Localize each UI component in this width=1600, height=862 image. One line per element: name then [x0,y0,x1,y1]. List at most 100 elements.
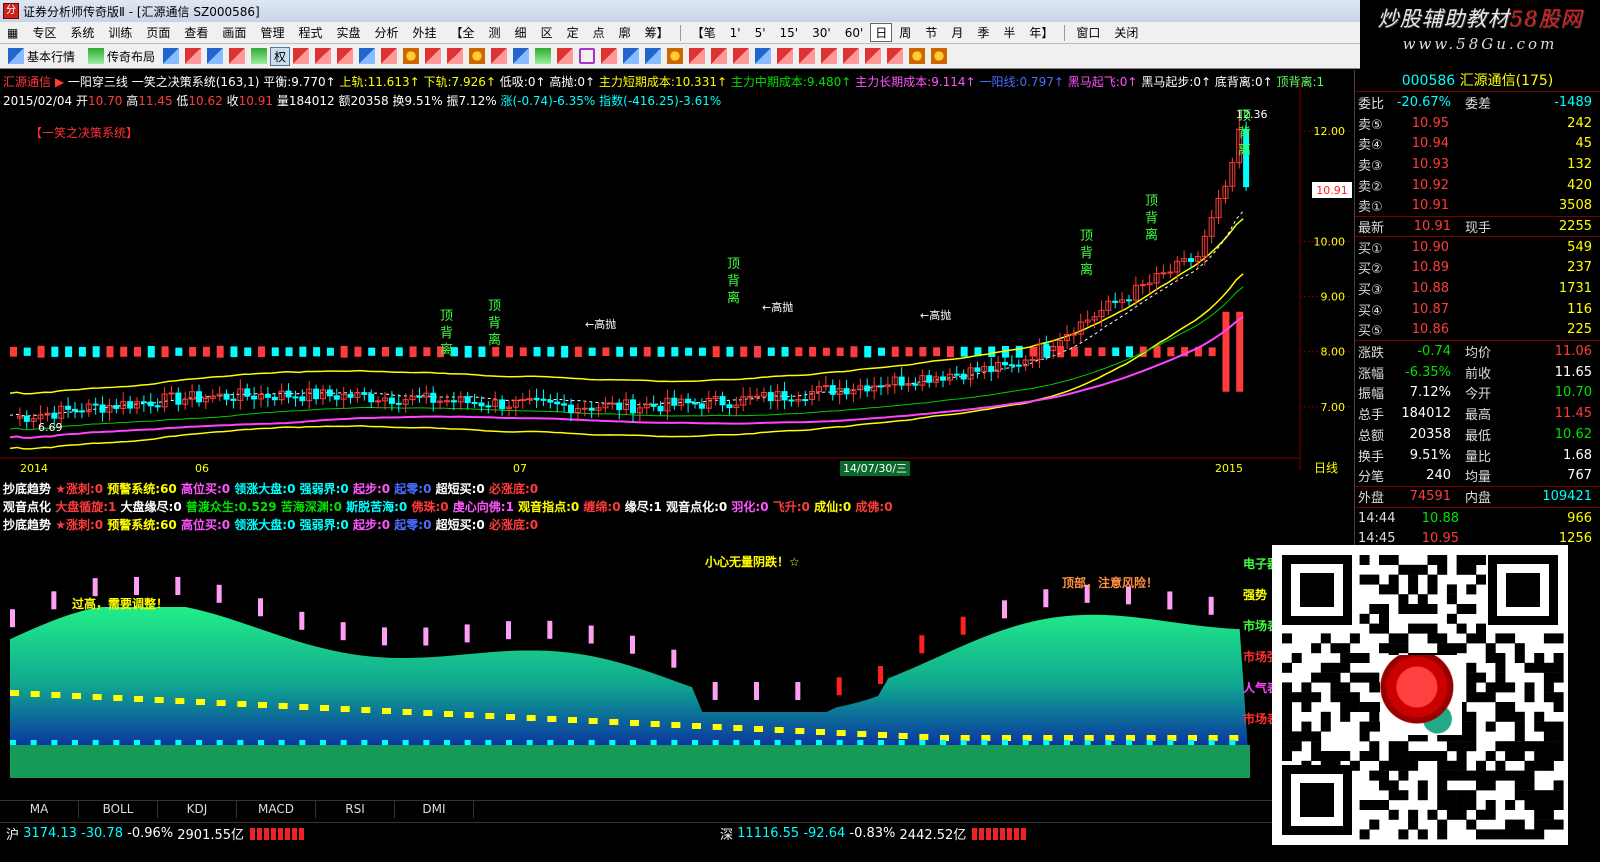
menu-item[interactable]: 系统 [63,24,101,41]
period-item[interactable]: 半 [996,24,1022,41]
period-item[interactable]: 点 [586,24,612,41]
compare-icon[interactable] [557,48,574,64]
menu-item[interactable]: 专区 [25,24,63,41]
trend-icon[interactable] [535,48,552,64]
grid-icon[interactable] [163,48,180,64]
layout-button[interactable]: 传奇布局 [80,48,160,65]
menu-item[interactable]: 程式 [291,24,329,41]
order-row[interactable]: 买③ 10.88 1731 [1355,278,1600,299]
period-item[interactable]: 季 [970,24,996,41]
order-row[interactable]: 卖① 10.91 3508 [1355,195,1600,216]
period-item[interactable]: 60' [838,26,871,40]
qr-module [1388,760,1399,771]
period-item[interactable]: 月 [944,24,970,41]
signal-bar [712,682,718,700]
volume-icon[interactable] [251,48,268,64]
basic-quote-button[interactable]: 基本行情 [0,48,80,65]
parallel-draw-icon[interactable] [821,48,838,64]
gift-icon[interactable] [403,48,420,64]
tab-rsi[interactable]: RSI [316,801,395,818]
period-item[interactable]: 节 [918,24,944,41]
qr-module [1417,780,1428,791]
period-item[interactable]: 测 [482,24,508,41]
period-item[interactable]: 定 [560,24,586,41]
news-icon[interactable] [337,48,354,64]
period-item[interactable]: 15' [773,26,806,40]
menu-item-close[interactable]: 关闭 [1107,24,1145,41]
angle-draw-icon[interactable] [865,48,882,64]
stack-icon[interactable] [185,48,202,64]
indicator-item: 成仙:0 [814,500,856,514]
tool-icon[interactable] [689,48,706,64]
bars-icon[interactable] [229,48,246,64]
home-icon[interactable] [491,48,508,64]
order-row[interactable]: 卖② 10.92 420 [1355,175,1600,196]
period-item[interactable]: 筹】 [638,24,676,41]
panel-icon[interactable] [645,48,662,64]
report-icon[interactable] [359,48,376,64]
tab-ma[interactable]: MA [0,801,79,818]
menu-item[interactable]: 训练 [101,24,139,41]
minus-icon[interactable] [733,48,750,64]
fan-draw-icon[interactable] [843,48,860,64]
fib-draw-icon[interactable] [887,48,904,64]
f10-icon[interactable] [315,48,332,64]
menu-item[interactable]: 实盘 [329,24,367,41]
menu-item[interactable]: 分析 [367,24,405,41]
quan-button[interactable]: 权 [270,46,291,66]
order-row[interactable]: 卖④ 10.94 45 [1355,133,1600,154]
menu-item[interactable]: 管理 [253,24,291,41]
menu-item[interactable]: 画面 [215,24,253,41]
qr-module [1379,555,1389,565]
menu-item[interactable]: 页面 [139,24,177,41]
circle-draw-icon[interactable] [931,48,948,64]
period-item[interactable]: 【笔 [685,24,723,41]
line-draw-icon[interactable] [777,48,794,64]
magnify-icon[interactable] [711,48,728,64]
period-item[interactable]: 5' [748,26,773,40]
tab-kdj[interactable]: KDJ [158,801,237,818]
rect-draw-icon[interactable] [909,48,926,64]
tab-macd[interactable]: MACD [237,801,316,818]
sz-index-segment[interactable]: 深 11116.55 -92.64 -0.83% 2442.52亿 [720,824,1029,843]
zoom-icon[interactable] [579,48,596,64]
alarm-icon[interactable] [469,48,486,64]
order-row[interactable]: 买① 10.90 549 [1355,237,1600,258]
period-item[interactable]: 30' [805,26,838,40]
order-row[interactable]: 卖③ 10.93 132 [1355,154,1600,175]
close-x-icon[interactable] [425,48,442,64]
channel-draw-icon[interactable] [799,48,816,64]
tab-dmi[interactable]: DMI [395,801,474,818]
period-item[interactable]: 1' [723,26,748,40]
period-bracket[interactable]: 【全 [444,24,482,41]
order-row[interactable]: 卖⑤ 10.95 242 [1355,113,1600,134]
menu-item[interactable]: 外挂 [406,24,444,41]
period-item[interactable]: 周 [892,24,918,41]
window-icon[interactable] [601,48,618,64]
menu-item-window[interactable]: 窗口 [1069,24,1107,41]
pointer-icon[interactable] [755,48,772,64]
order-row[interactable]: 买④ 10.87 116 [1355,299,1600,320]
cross-icon[interactable] [623,48,640,64]
sh-index-segment[interactable]: 沪 3174.13 -30.78 -0.96% 2901.55亿 [0,824,720,843]
grid-icon[interactable]: ▦ [0,26,25,40]
indicator-chart[interactable]: 100.00小心无量阴跌！☆顶部，注意风险！过高，需要调整！电子器强势市场表市场… [0,540,1352,798]
calc-icon[interactable] [381,48,398,64]
speaker-icon[interactable] [447,48,464,64]
qr-module [1534,790,1545,801]
menu-item[interactable]: 查看 [177,24,215,41]
period-item[interactable]: 廓 [612,24,638,41]
period-item[interactable]: 区 [534,24,560,41]
sort-icon[interactable] [513,48,530,64]
kline-chart[interactable]: 12.00 10.00 9.00 8.00 7.00 【一笑之决策系统】 2014 06 07… [0,70,1352,478]
order-row[interactable]: 买② 10.89 237 [1355,258,1600,279]
period-item-day[interactable]: 日 [870,23,893,42]
list-icon[interactable] [293,48,310,64]
pie-icon[interactable] [667,48,684,64]
split-icon[interactable] [207,48,224,64]
period-item[interactable]: 年】 [1022,24,1060,41]
volume-bar [423,347,431,357]
order-row[interactable]: 买⑤ 10.86 225 [1355,320,1600,341]
period-item[interactable]: 细 [508,24,534,41]
tab-boll[interactable]: BOLL [79,801,158,818]
